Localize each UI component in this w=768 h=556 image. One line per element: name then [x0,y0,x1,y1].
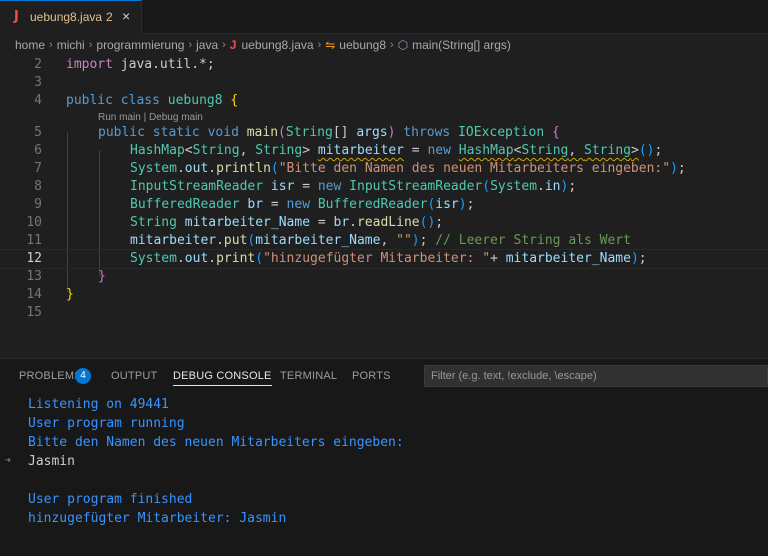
code-line: 7 System.out.println("Bitte den Namen de… [0,160,768,178]
chevron-right-icon: › [88,39,93,51]
input-arrow-icon: ➔ [5,455,12,466]
breadcrumb-item-home[interactable]: home [15,38,45,52]
code-line: 11 mitarbeiter.put(mitarbeiter_Name, "")… [0,232,768,250]
problems-count-badge: 4 [75,368,91,384]
console-line: Listening on 49441 [28,397,169,412]
java-file-icon: J [229,38,237,52]
line-number: 9 [34,197,42,212]
tab-problem-count: 2 [106,10,113,24]
breadcrumb-item-method[interactable]: main(String[] args) [412,38,511,52]
code-line: 6 HashMap<String, String> mitarbeiter = … [0,142,768,160]
breadcrumb-item-michi[interactable]: michi [57,38,85,52]
chevron-right-icon: › [390,39,394,51]
tab-bar: J uebung8.java 2 × [0,0,768,34]
code-line: 13 } [0,268,768,286]
console-line-input: Jasmin [28,454,75,469]
breadcrumb-item-class[interactable]: uebung8 [339,38,386,52]
close-icon[interactable]: × [122,8,130,24]
code-line: 8 InputStreamReader isr = new InputStrea… [0,178,768,196]
code-text: import java.util.*; [66,57,215,72]
code-text: System.out.println("Bitte den Namen des … [130,161,686,176]
tab-ports[interactable]: PORTS [352,370,391,382]
chevron-right-icon: › [222,39,226,51]
tab-terminal[interactable]: TERMINAL [280,370,337,382]
code-editor[interactable]: 2 import java.util.*; 3 4 public class u… [0,56,768,358]
code-line: 3 [0,74,768,92]
editor-tab-uebung8[interactable]: J uebung8.java 2 × [0,0,142,34]
line-number: 14 [26,287,42,302]
code-text: HashMap<String, String> mitarbeiter = ne… [130,143,663,158]
code-text: System.out.print("hinzugefügter Mitarbei… [130,251,647,266]
code-text: mitarbeiter.put(mitarbeiter_Name, ""); /… [130,233,631,248]
line-number: 11 [26,233,42,248]
line-number: 4 [34,93,42,108]
code-text: String mitarbeiter_Name = br.readLine(); [130,215,444,230]
chevron-right-icon: › [49,39,53,51]
breadcrumb: home › michi › programmierung › java › J… [0,34,768,56]
code-line: 2 import java.util.*; [0,56,768,74]
code-text: public class uebung8 { [66,93,239,108]
code-text: } [66,287,74,302]
breadcrumb-item-java[interactable]: java [196,38,218,52]
tab-label: uebung8.java [30,10,103,24]
line-number: 7 [34,161,42,176]
line-number: 6 [34,143,42,158]
line-number: 13 [26,269,42,284]
chevron-right-icon: › [188,39,193,51]
code-line: 15 [0,304,768,322]
code-text: } [98,269,106,284]
line-number: 12 [26,251,42,266]
console-filter-input[interactable]: Filter (e.g. text, !exclude, \escape) [424,365,768,387]
console-line: Bitte den Namen des neuen Mitarbeiters e… [28,435,404,450]
java-file-icon: J [14,9,19,24]
console-line: User program finished [28,492,193,507]
code-line: 5 public static void main(String[] args)… [0,124,768,142]
codelens-run-debug[interactable]: Run main | Debug main [98,111,203,125]
code-line: 4 public class uebung8 { [0,92,768,110]
line-number: 8 [34,179,42,194]
line-number: 5 [34,125,42,140]
code-text: public static void main(String[] args) t… [98,125,560,140]
breadcrumb-item-programmierung[interactable]: programmierung [96,38,184,52]
line-number: 3 [34,75,42,90]
code-line: 14 } [0,286,768,304]
line-number: 2 [34,57,42,72]
code-line-active: 12 System.out.print("hinzugefügter Mitar… [0,249,768,269]
code-text: BufferedReader br = new BufferedReader(i… [130,197,475,212]
code-line: 10 String mitarbeiter_Name = br.readLine… [0,214,768,232]
console-line: User program running [28,416,185,431]
code-line: 9 BufferedReader br = new BufferedReader… [0,196,768,214]
bottom-panel: PROBLEMS 4 OUTPUT DEBUG CONSOLE TERMINAL… [0,358,768,556]
line-number: 10 [26,215,42,230]
class-icon: ⇋ [325,38,336,52]
breadcrumb-item-file[interactable]: uebung8.java [241,38,313,52]
chevron-right-icon: › [317,39,322,51]
panel-tabs: PROBLEMS 4 OUTPUT DEBUG CONSOLE TERMINAL… [0,359,768,393]
console-line: hinzugefügter Mitarbeiter: Jasmin [28,511,287,526]
tab-debug-console[interactable]: DEBUG CONSOLE [173,370,272,386]
method-icon: ⬡ [397,38,409,52]
code-text: InputStreamReader isr = new InputStreamR… [130,179,577,194]
line-number: 15 [26,305,42,320]
tab-problems[interactable]: PROBLEMS [19,370,82,382]
tab-output[interactable]: OUTPUT [111,370,157,382]
